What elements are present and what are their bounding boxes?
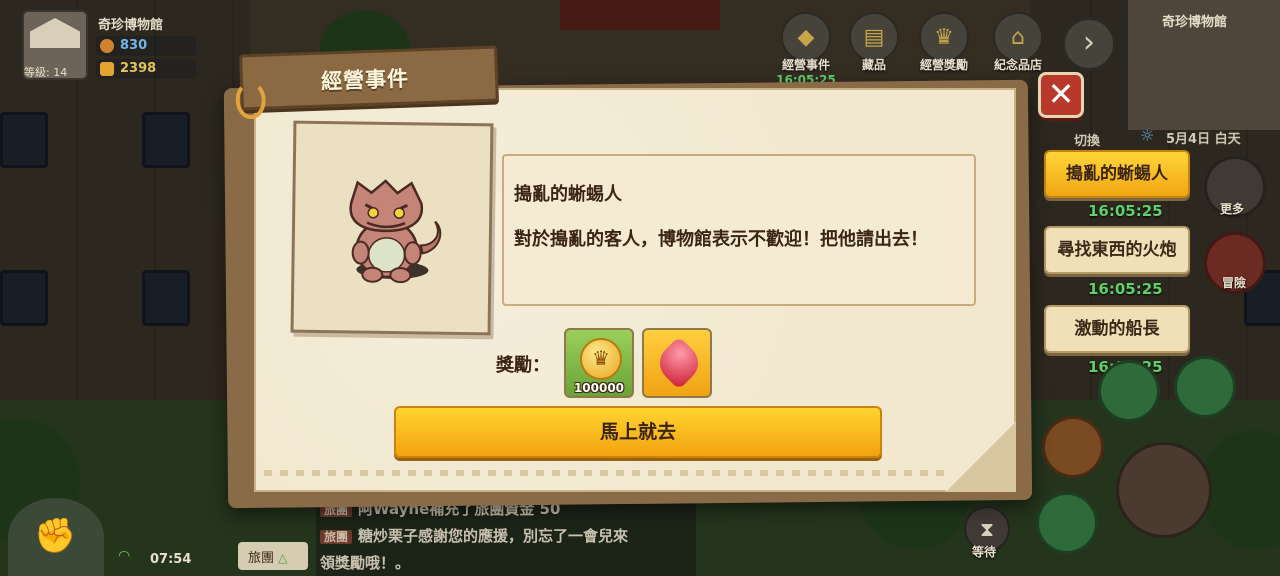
action-button[interactable]	[1042, 416, 1104, 478]
event-icon: ◆	[781, 12, 831, 62]
wait-label: 等待	[972, 545, 997, 559]
modal-title: 經營事件	[320, 66, 410, 94]
handshake-icon: ✊	[34, 516, 77, 556]
wifi-icon: ◠	[118, 548, 131, 564]
event-name: 搗亂的蜥蜴人	[514, 184, 622, 205]
health-button[interactable]	[1098, 360, 1160, 422]
reward-label: 獎勵：	[496, 355, 550, 376]
chat-text: 糖炒栗子感謝您的應援，別忘了一會兒來	[358, 527, 629, 545]
minimap-title: 奇珍博物館	[1162, 15, 1228, 30]
expand-up-icon: △	[278, 551, 288, 565]
gold-icon	[100, 62, 114, 76]
guild-handshake-button[interactable]: ✊	[8, 498, 104, 576]
chat-line: 旅團 糖炒栗子感謝您的應援，別忘了一會兒來	[320, 523, 692, 550]
menu-label: 紀念品店	[993, 58, 1042, 72]
sun-icon: ☼	[1140, 126, 1155, 145]
chat-tag: 旅團	[320, 530, 353, 544]
hourglass-icon: ⧗	[979, 517, 995, 541]
menu-label: 經營獎勵	[919, 58, 968, 72]
museum-building-icon	[30, 18, 80, 48]
trophy-icon: ♛	[919, 12, 969, 62]
visitor-value: 830	[120, 38, 148, 53]
side-event-captain[interactable]: 激動的船長	[1044, 305, 1190, 353]
close-button[interactable]: ✕	[1038, 72, 1084, 118]
gold-coin-icon: ♛	[580, 338, 622, 380]
game-date: 5月4日 白天	[1166, 132, 1241, 147]
more-label: 更多	[1220, 202, 1245, 216]
switch-button[interactable]: 切換	[1074, 130, 1100, 149]
menu-business-events[interactable]: ◆ 經營事件 16:05:25	[774, 12, 838, 87]
reward-gold[interactable]: ♛ 100000	[564, 328, 634, 398]
heart-gem-icon	[652, 336, 706, 390]
plant-button[interactable]	[1174, 356, 1236, 418]
adventure-label: 冒險	[1222, 276, 1247, 290]
event-character-portrait	[290, 120, 494, 336]
skill-button[interactable]	[1036, 492, 1098, 554]
reward-gem[interactable]	[642, 328, 712, 398]
next-arrow-button[interactable]: ›	[1062, 17, 1116, 71]
menu-souvenir-shop[interactable]: ⌂ 紀念品店	[986, 12, 1050, 73]
chat-line: 領獎勵哦！。	[320, 550, 692, 576]
lizardman-icon	[349, 179, 442, 284]
reward-amount: 100000	[573, 381, 625, 395]
visitor-count: 830	[96, 36, 196, 56]
side-event-lizard[interactable]: 搗亂的蜥蜴人	[1044, 150, 1190, 198]
close-icon: ✕	[1047, 75, 1075, 113]
tour-label: 旅團	[248, 551, 275, 566]
menu-collection[interactable]: ▤ 藏品	[842, 12, 906, 73]
go-now-button[interactable]: 馬上就去	[394, 406, 882, 458]
side-event-timer: 16:05:25	[1088, 202, 1163, 220]
event-description: 對於搗亂的客人，博物館表示不歡迎！把他請出去！	[514, 229, 928, 250]
menu-business-rewards[interactable]: ♛ 經營獎勵	[912, 12, 976, 73]
tour-group-button[interactable]: 旅團 △	[238, 542, 308, 570]
menu-label: 經營事件	[781, 58, 830, 72]
museum-level: 等級: 14	[24, 66, 68, 79]
chat-text: 領獎勵哦！。	[320, 554, 411, 572]
decorative-border	[264, 470, 1006, 476]
visitor-icon	[100, 39, 114, 53]
shop-icon: ⌂	[993, 12, 1043, 62]
collection-icon: ▤	[849, 12, 899, 62]
side-event-cannon[interactable]: 尋找東西的火炮	[1044, 226, 1190, 274]
gold-value: 2398	[120, 61, 157, 76]
clock: 07:54	[150, 552, 192, 567]
side-event-timer: 16:05:25	[1088, 280, 1163, 298]
modal-title-banner: 經營事件	[235, 45, 499, 120]
museum-name: 奇珍博物館	[98, 18, 164, 33]
menu-label: 藏品	[861, 58, 886, 72]
gold-count: 2398	[96, 59, 196, 79]
attack-button[interactable]	[1116, 442, 1212, 538]
